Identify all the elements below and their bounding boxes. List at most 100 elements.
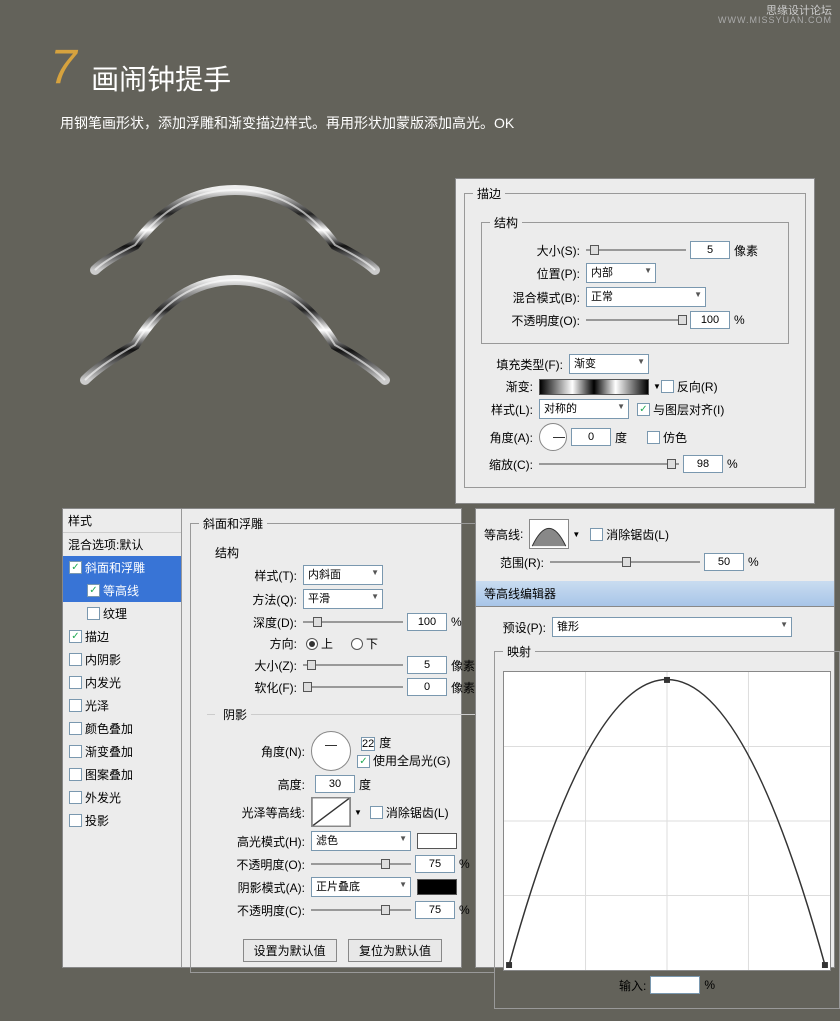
- gradient-label: 渐变:: [473, 378, 533, 395]
- highlight-color[interactable]: [417, 833, 457, 849]
- gloss-contour-picker[interactable]: [311, 797, 351, 827]
- style-checkbox[interactable]: [69, 653, 82, 666]
- shadow-color[interactable]: [417, 879, 457, 895]
- style-checkbox[interactable]: [69, 745, 82, 758]
- style-item-1[interactable]: ✓等高线: [63, 579, 181, 602]
- bv-soften-value[interactable]: 0: [407, 678, 447, 696]
- style-item-8[interactable]: 渐变叠加: [63, 740, 181, 763]
- style-checkbox[interactable]: [69, 814, 82, 827]
- style-item-4[interactable]: 内阴影: [63, 648, 181, 671]
- bv-angle-value[interactable]: 22: [361, 737, 375, 751]
- direction-down-radio[interactable]: [351, 638, 363, 650]
- style-checkbox[interactable]: ✓: [69, 630, 82, 643]
- opacity-slider[interactable]: [586, 312, 686, 328]
- bv-angle-dial[interactable]: [311, 731, 351, 771]
- bv-size-slider[interactable]: [303, 657, 403, 673]
- reset-default-button[interactable]: 复位为默认值: [348, 939, 442, 962]
- tutorial-header: 7 画闹钟提手 用钢笔画形状，添加浮雕和渐变描边样式。再用形状加蒙版添加高光。O…: [0, 0, 840, 133]
- blend-select[interactable]: 正常: [586, 287, 706, 307]
- mapping-fieldset: 映射 输入: %: [494, 643, 840, 1009]
- align-checkbox[interactable]: ✓: [637, 403, 650, 416]
- style-item-label: 颜色叠加: [85, 720, 133, 737]
- bv-altitude-label: 高度:: [215, 776, 305, 793]
- input-label: 输入:: [619, 977, 646, 994]
- bv-altitude-value[interactable]: 30: [315, 775, 355, 793]
- shadow-mode-select[interactable]: 正片叠底: [311, 877, 411, 897]
- style-item-label: 等高线: [103, 582, 139, 599]
- style-item-label: 斜面和浮雕: [85, 559, 145, 576]
- bv-depth-value[interactable]: 100: [407, 613, 447, 631]
- style-item-3[interactable]: ✓描边: [63, 625, 181, 648]
- position-select[interactable]: 内部: [586, 263, 656, 283]
- style-item-2[interactable]: 纹理: [63, 602, 181, 625]
- angle-label: 角度(A):: [473, 429, 533, 446]
- opacity-value[interactable]: 100: [690, 311, 730, 329]
- style-checkbox[interactable]: ✓: [69, 561, 82, 574]
- style-item-label: 内阴影: [85, 651, 121, 668]
- scale-value[interactable]: 98: [683, 455, 723, 473]
- style-checkbox[interactable]: ✓: [87, 584, 100, 597]
- contour-antialias-checkbox[interactable]: [590, 528, 603, 541]
- style-select[interactable]: 对称的: [539, 399, 629, 419]
- angle-value[interactable]: 0: [571, 428, 611, 446]
- style-item-0[interactable]: ✓斜面和浮雕: [63, 556, 181, 579]
- style-item-9[interactable]: 图案叠加: [63, 763, 181, 786]
- reverse-checkbox[interactable]: [661, 380, 674, 393]
- direction-up-radio[interactable]: [306, 638, 318, 650]
- highlight-mode-select[interactable]: 滤色: [311, 831, 411, 851]
- style-item-11[interactable]: 投影: [63, 809, 181, 832]
- shadow-opacity-slider[interactable]: [311, 902, 411, 918]
- style-checkbox[interactable]: [69, 768, 82, 781]
- make-default-button[interactable]: 设置为默认值: [243, 939, 337, 962]
- size-value[interactable]: 5: [690, 241, 730, 259]
- step-number: 7: [50, 40, 77, 95]
- antialias-checkbox[interactable]: [370, 806, 383, 819]
- stroke-legend: 描边: [473, 185, 505, 202]
- contour-picker[interactable]: [529, 519, 569, 549]
- curve-editor[interactable]: [503, 671, 831, 971]
- size-slider[interactable]: [586, 242, 686, 258]
- scale-unit: %: [727, 457, 738, 471]
- blend-options-item[interactable]: 混合选项:默认: [63, 533, 181, 556]
- style-item-label: 外发光: [85, 789, 121, 806]
- style-item-label: 描边: [85, 628, 109, 645]
- step-description: 用钢笔画形状，添加浮雕和渐变描边样式。再用形状加蒙版添加高光。OK: [60, 113, 810, 133]
- highlight-opacity-value[interactable]: 75: [415, 855, 455, 873]
- bv-style-select[interactable]: 内斜面: [303, 565, 383, 585]
- highlight-opacity-slider[interactable]: [311, 856, 411, 872]
- style-checkbox[interactable]: [69, 722, 82, 735]
- stroke-structure: 结构 大小(S): 5 像素 位置(P): 内部 混合模式(B): 正常 不透明…: [481, 214, 789, 344]
- bv-depth-slider[interactable]: [303, 614, 403, 630]
- style-label: 样式(L):: [473, 401, 533, 418]
- layer-style-panel: 样式 混合选项:默认 ✓斜面和浮雕✓等高线纹理✓描边内阴影内发光光泽颜色叠加渐变…: [62, 508, 462, 968]
- highlight-opacity-label: 不透明度(O):: [215, 856, 305, 873]
- style-checkbox[interactable]: [69, 699, 82, 712]
- bv-angle-label: 角度(N):: [215, 743, 305, 760]
- global-light-checkbox[interactable]: ✓: [357, 755, 370, 768]
- style-item-5[interactable]: 内发光: [63, 671, 181, 694]
- gradient-editor[interactable]: [539, 379, 649, 395]
- style-item-7[interactable]: 颜色叠加: [63, 717, 181, 740]
- style-item-6[interactable]: 光泽: [63, 694, 181, 717]
- bv-technique-select[interactable]: 平滑: [303, 589, 383, 609]
- style-checkbox[interactable]: [69, 791, 82, 804]
- preset-label: 预设(P):: [486, 619, 546, 636]
- style-item-10[interactable]: 外发光: [63, 786, 181, 809]
- shadow-opacity-value[interactable]: 75: [415, 901, 455, 919]
- bevel-shadow: 阴影 角度(N):22度✓使用全局光(G) 高度:30度 光泽等高线:▼消除锯齿…: [207, 706, 478, 933]
- gloss-contour-label: 光泽等高线:: [215, 804, 305, 821]
- fill-type-select[interactable]: 渐变: [569, 354, 649, 374]
- style-checkbox[interactable]: [87, 607, 100, 620]
- bv-soften-slider[interactable]: [303, 679, 403, 695]
- range-slider[interactable]: [550, 554, 700, 570]
- bv-size-value[interactable]: 5: [407, 656, 447, 674]
- preset-select[interactable]: 锥形: [552, 617, 792, 637]
- size-label: 大小(S):: [490, 242, 580, 259]
- angle-dial[interactable]: [539, 423, 567, 451]
- style-checkbox[interactable]: [69, 676, 82, 689]
- dither-checkbox[interactable]: [647, 431, 660, 444]
- range-value[interactable]: 50: [704, 553, 744, 571]
- input-value[interactable]: [650, 976, 700, 994]
- scale-slider[interactable]: [539, 456, 679, 472]
- contour-panel: 等高线: ▼ 消除锯齿(L) 范围(R): 50 % 等高线编辑器 预设(P):…: [475, 508, 835, 968]
